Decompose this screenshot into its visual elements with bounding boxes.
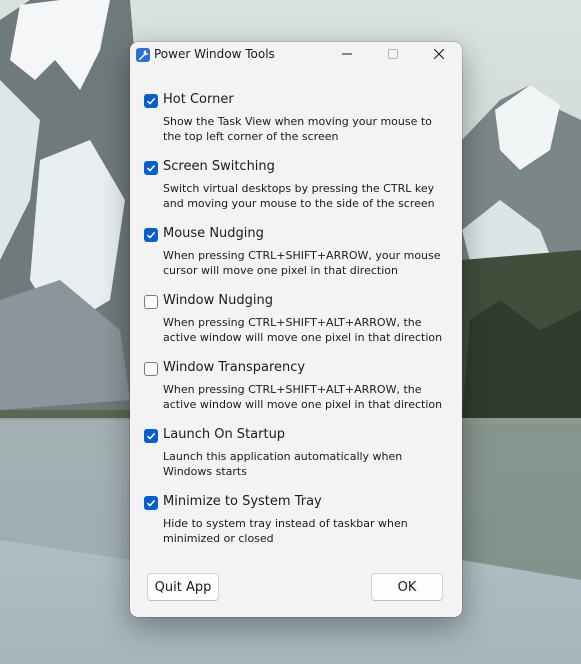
option-description: When pressing CTRL+SHIFT+ARROW, your mou… xyxy=(163,249,441,277)
window-title: Power Window Tools xyxy=(154,47,275,61)
window-nudging-checkbox[interactable] xyxy=(144,295,158,309)
option-label[interactable]: Hot Corner xyxy=(163,92,234,107)
checkmark-icon xyxy=(146,231,156,239)
window-transparency-checkbox[interactable] xyxy=(144,362,158,376)
option-label[interactable]: Window Transparency xyxy=(163,360,305,375)
checkmark-icon xyxy=(146,432,156,440)
option-description: When pressing CTRL+SHIFT+ALT+ARROW, the … xyxy=(163,383,443,411)
option-label[interactable]: Screen Switching xyxy=(163,159,275,174)
close-button[interactable] xyxy=(416,42,462,66)
option-label[interactable]: Minimize to System Tray xyxy=(163,494,322,509)
option-description: Switch virtual desktops by pressing the … xyxy=(163,182,435,210)
wrench-icon xyxy=(136,48,150,62)
minimize-to-tray-checkbox[interactable] xyxy=(144,496,158,510)
hot-corner-checkbox[interactable] xyxy=(144,94,158,108)
checkmark-icon xyxy=(146,499,156,507)
checkmark-icon xyxy=(146,164,156,172)
power-window-tools-dialog: Power Window Tools Hot Corner Show the T… xyxy=(130,42,462,617)
option-label[interactable]: Window Nudging xyxy=(163,293,273,308)
option-label[interactable]: Mouse Nudging xyxy=(163,226,264,241)
mouse-nudging-checkbox[interactable] xyxy=(144,228,158,242)
quit-app-button[interactable]: Quit App xyxy=(147,573,219,601)
option-description: Show the Task View when moving your mous… xyxy=(163,115,432,143)
maximize-button[interactable] xyxy=(370,42,416,66)
close-icon xyxy=(434,49,444,59)
launch-on-startup-checkbox[interactable] xyxy=(144,429,158,443)
screen-switching-checkbox[interactable] xyxy=(144,161,158,175)
checkmark-icon xyxy=(146,97,156,105)
option-description: Hide to system tray instead of taskbar w… xyxy=(163,517,408,545)
option-label[interactable]: Launch On Startup xyxy=(163,427,285,442)
option-description: Launch this application automatically wh… xyxy=(163,450,403,478)
minimize-icon xyxy=(342,53,352,55)
maximize-icon xyxy=(388,49,398,59)
title-bar[interactable]: Power Window Tools xyxy=(130,42,462,66)
option-description: When pressing CTRL+SHIFT+ALT+ARROW, the … xyxy=(163,316,443,344)
minimize-button[interactable] xyxy=(324,42,370,66)
ok-button[interactable]: OK xyxy=(371,573,443,601)
